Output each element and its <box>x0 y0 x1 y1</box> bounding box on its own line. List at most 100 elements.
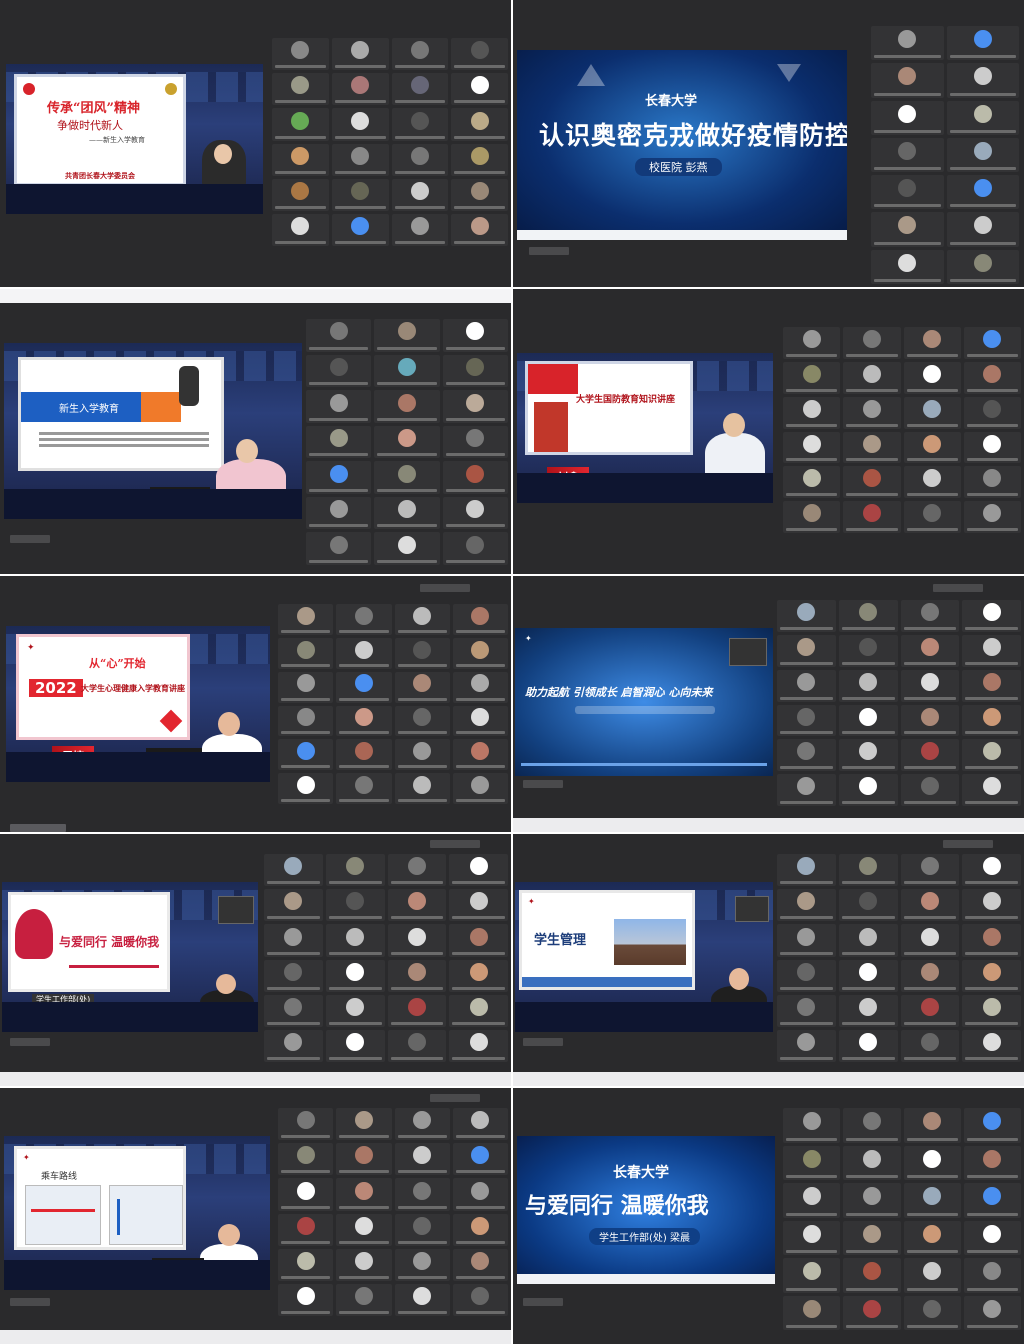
participant-tile[interactable] <box>387 959 447 992</box>
participant-tile[interactable] <box>900 774 960 806</box>
participant-tile[interactable] <box>783 1108 841 1143</box>
participant-tile[interactable] <box>838 1029 898 1062</box>
participant-tile[interactable] <box>838 739 898 772</box>
participant-tile[interactable] <box>336 1248 392 1281</box>
participant-tile[interactable] <box>387 1029 447 1062</box>
participant-tile[interactable] <box>900 924 960 957</box>
participant-tile[interactable] <box>946 26 1019 61</box>
participant-tile[interactable] <box>278 671 334 703</box>
participant-tile[interactable] <box>452 1283 508 1316</box>
participant-tile[interactable] <box>452 1143 508 1176</box>
participant-tile[interactable] <box>451 143 508 176</box>
speaker-view-button[interactable] <box>943 840 993 848</box>
participant-tile[interactable] <box>903 1108 961 1143</box>
participant-tile[interactable] <box>272 178 329 211</box>
participant-tile[interactable] <box>387 889 447 922</box>
participant-tile[interactable] <box>394 637 450 669</box>
participant-tile[interactable] <box>442 390 508 423</box>
chat-input[interactable] <box>523 1298 563 1306</box>
participant-tile[interactable] <box>962 774 1021 806</box>
participant-tile[interactable] <box>306 390 372 423</box>
participant-tile[interactable] <box>838 854 898 887</box>
participant-tile[interactable] <box>394 604 450 635</box>
participant-tile[interactable] <box>272 213 329 246</box>
participant-tile[interactable] <box>843 1295 901 1330</box>
participant-tile[interactable] <box>962 889 1021 922</box>
participant-tile[interactable] <box>783 1183 841 1218</box>
participant-tile[interactable] <box>903 1258 961 1293</box>
participant-tile[interactable] <box>962 854 1021 887</box>
participant-tile[interactable] <box>336 1108 392 1141</box>
participant-tile[interactable] <box>843 1258 901 1293</box>
participant-tile[interactable] <box>442 425 508 459</box>
participant-tile[interactable] <box>871 137 944 173</box>
participant-tile[interactable] <box>278 1143 334 1176</box>
participant-tile[interactable] <box>903 1183 961 1218</box>
participant-tile[interactable] <box>391 73 449 106</box>
participant-tile[interactable] <box>777 854 836 887</box>
participant-tile[interactable] <box>306 461 372 494</box>
participant-tile[interactable] <box>391 38 449 71</box>
participant-tile[interactable] <box>871 175 944 210</box>
participant-tile[interactable] <box>843 431 901 464</box>
participant-tile[interactable] <box>946 249 1019 284</box>
participant-tile[interactable] <box>449 994 508 1027</box>
participant-tile[interactable] <box>783 501 841 533</box>
participant-tile[interactable] <box>900 959 960 992</box>
participant-tile[interactable] <box>374 354 440 388</box>
participant-tile[interactable] <box>963 1220 1021 1255</box>
participant-tile[interactable] <box>783 1220 841 1255</box>
chat-input[interactable] <box>10 824 66 832</box>
participant-tile[interactable] <box>946 100 1019 135</box>
participant-tile[interactable] <box>451 178 508 211</box>
participant-tile[interactable] <box>394 1213 450 1246</box>
participant-tile[interactable] <box>442 496 508 530</box>
participant-tile[interactable] <box>387 924 447 957</box>
participant-tile[interactable] <box>962 634 1021 667</box>
participant-tile[interactable] <box>903 466 961 499</box>
participant-tile[interactable] <box>900 634 960 667</box>
participant-tile[interactable] <box>777 924 836 957</box>
chat-input[interactable] <box>529 247 569 255</box>
participant-tile[interactable] <box>963 466 1021 499</box>
participant-tile[interactable] <box>374 390 440 423</box>
participant-tile[interactable] <box>449 959 508 992</box>
participant-tile[interactable] <box>272 143 329 176</box>
speaker-view-button[interactable] <box>933 584 983 592</box>
participant-tile[interactable] <box>838 994 898 1027</box>
participant-tile[interactable] <box>962 1029 1021 1062</box>
participant-tile[interactable] <box>374 425 440 459</box>
participant-tile[interactable] <box>963 361 1021 394</box>
participant-tile[interactable] <box>452 671 508 703</box>
participant-tile[interactable] <box>374 532 440 565</box>
participant-tile[interactable] <box>963 1108 1021 1143</box>
participant-tile[interactable] <box>963 1295 1021 1330</box>
participant-tile[interactable] <box>278 637 334 669</box>
participant-tile[interactable] <box>843 501 901 533</box>
participant-tile[interactable] <box>336 1178 392 1211</box>
participant-tile[interactable] <box>394 671 450 703</box>
participant-tile[interactable] <box>946 137 1019 173</box>
participant-tile[interactable] <box>871 100 944 135</box>
participant-tile[interactable] <box>900 854 960 887</box>
participant-tile[interactable] <box>900 889 960 922</box>
participant-tile[interactable] <box>900 669 960 702</box>
participant-tile[interactable] <box>336 671 392 703</box>
participant-tile[interactable] <box>278 1213 334 1246</box>
chat-input[interactable] <box>523 1038 563 1046</box>
participant-tile[interactable] <box>278 739 334 771</box>
participant-tile[interactable] <box>336 604 392 635</box>
participant-tile[interactable] <box>783 1258 841 1293</box>
participant-tile[interactable] <box>394 773 450 804</box>
participant-tile[interactable] <box>963 396 1021 429</box>
participant-tile[interactable] <box>264 889 323 922</box>
participant-tile[interactable] <box>963 1145 1021 1180</box>
participant-tile[interactable] <box>838 889 898 922</box>
participant-tile[interactable] <box>452 773 508 804</box>
participant-tile[interactable] <box>391 213 449 246</box>
participant-tile[interactable] <box>900 1029 960 1062</box>
participant-tile[interactable] <box>394 1248 450 1281</box>
video-progress[interactable] <box>521 763 767 766</box>
participant-tile[interactable] <box>394 1283 450 1316</box>
participant-tile[interactable] <box>278 604 334 635</box>
